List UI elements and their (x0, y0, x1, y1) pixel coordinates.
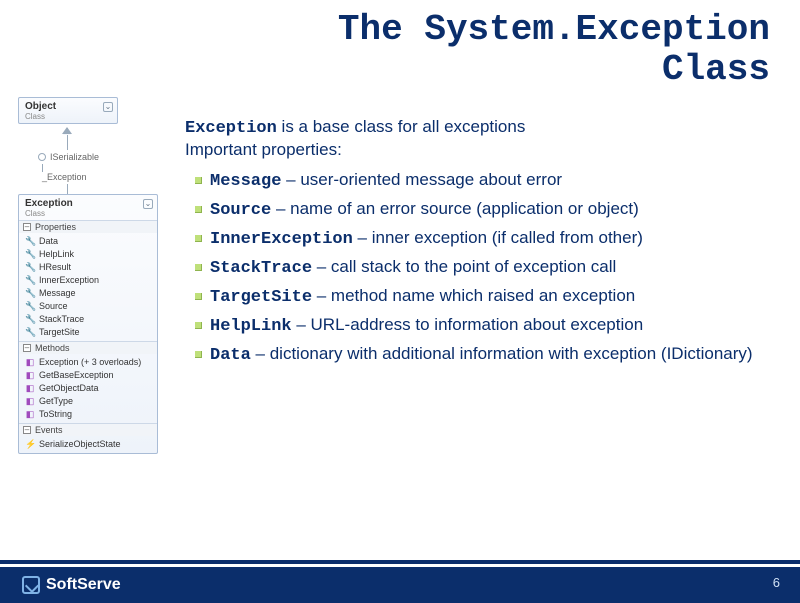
property-item: 🔧Source (19, 300, 157, 313)
wrench-icon: 🔧 (25, 248, 35, 261)
cube-icon: ◧ (25, 382, 35, 395)
property-item: 🔧TargetSite (19, 326, 157, 339)
method-item: ◧GetBaseException (19, 369, 157, 382)
cube-icon: ◧ (25, 408, 35, 421)
inheritance-connector (18, 128, 118, 150)
property-item: 🔧InnerException (19, 274, 157, 287)
title-line1: The System.Exception (338, 9, 770, 50)
wrench-icon: 🔧 (25, 300, 35, 313)
properties-label: Properties (35, 222, 76, 232)
methods-header[interactable]: – Methods (19, 341, 157, 354)
bullet-icon (195, 322, 202, 329)
lead-rest: is a base class for all exceptions (277, 117, 526, 136)
bullet-item: Message – user-oriented message about er… (195, 166, 780, 195)
page-number: 6 (773, 575, 780, 590)
events-label: Events (35, 425, 63, 435)
events-list: ⚡SerializeObjectState (19, 436, 157, 453)
bullet-item: Source – name of an error source (applic… (195, 195, 780, 224)
hidden-name: _Exception (42, 172, 87, 182)
slide-title: The System.Exception Class (0, 0, 800, 89)
wrench-icon: 🔧 (25, 235, 35, 248)
events-header[interactable]: – Events (19, 423, 157, 436)
cube-icon: ◧ (25, 395, 35, 408)
cube-icon: ◧ (25, 369, 35, 382)
property-item: 🔧Data (19, 235, 157, 248)
method-item: ◧GetObjectData (19, 382, 157, 395)
property-item: 🔧HResult (19, 261, 157, 274)
method-item: ◧Exception (+ 3 overloads) (19, 356, 157, 369)
object-class-box: Object Class ⌄ (18, 97, 118, 124)
lead-sentence: Exception is a base class for all except… (185, 117, 780, 138)
wrench-icon: 🔧 (25, 287, 35, 300)
properties-header[interactable]: – Properties (19, 220, 157, 233)
collapse-icon[interactable]: – (23, 223, 31, 231)
brand: SoftServe (22, 576, 121, 594)
method-item: ◧GetType (19, 395, 157, 408)
collapse-icon[interactable]: – (23, 426, 31, 434)
brand-logo-icon (22, 576, 40, 594)
brand-name: SoftServe (46, 576, 121, 594)
method-item: ◧ToString (19, 408, 157, 421)
expand-icon[interactable]: ⌄ (143, 199, 153, 209)
wrench-icon: 🔧 (25, 274, 35, 287)
bullet-item: StackTrace – call stack to the point of … (195, 253, 780, 282)
slide-footer: SoftServe 6 (0, 560, 800, 600)
lead-bold: Exception (185, 119, 277, 138)
lightning-icon: ⚡ (25, 438, 35, 451)
mini-connector (18, 184, 118, 194)
sub-heading: Important properties: (185, 140, 780, 160)
methods-label: Methods (35, 343, 70, 353)
bullet-icon (195, 235, 202, 242)
interface-name: ISerializable (50, 152, 99, 162)
collapse-icon[interactable]: – (23, 344, 31, 352)
property-item: 🔧StackTrace (19, 313, 157, 326)
exception-kind: Class (25, 209, 151, 218)
bullet-item: InnerException – inner exception (if cal… (195, 224, 780, 253)
bullet-icon (195, 293, 202, 300)
bullet-icon (195, 206, 202, 213)
bullet-icon (195, 351, 202, 358)
expand-icon[interactable]: ⌄ (103, 102, 113, 112)
property-item: 🔧HelpLink (19, 248, 157, 261)
bullet-item: TargetSite – method name which raised an… (195, 282, 780, 311)
bullet-item: HelpLink – URL-address to information ab… (195, 311, 780, 340)
class-diagram: Object Class ⌄ ISerializable _Exception … (0, 97, 175, 458)
bullet-icon (195, 264, 202, 271)
interface-lollipop: ISerializable (18, 150, 118, 164)
property-item: 🔧Message (19, 287, 157, 300)
bullet-item: Data – dictionary with additional inform… (195, 340, 780, 369)
object-name: Object (25, 101, 111, 112)
content-text: Exception is a base class for all except… (175, 97, 800, 458)
property-bullets: Message – user-oriented message about er… (185, 166, 780, 369)
lollipop-icon (38, 153, 46, 161)
wrench-icon: 🔧 (25, 326, 35, 339)
event-item: ⚡SerializeObjectState (19, 438, 157, 451)
exception-name: Exception (25, 198, 151, 209)
wrench-icon: 🔧 (25, 313, 35, 326)
hidden-interface: _Exception (18, 170, 118, 184)
wrench-icon: 🔧 (25, 261, 35, 274)
bullet-icon (195, 177, 202, 184)
cube-icon: ◧ (25, 356, 35, 369)
methods-list: ◧Exception (+ 3 overloads) ◧GetBaseExcep… (19, 354, 157, 423)
object-kind: Class (25, 112, 111, 121)
properties-list: 🔧Data 🔧HelpLink 🔧HResult 🔧InnerException… (19, 233, 157, 341)
title-line2: Class (0, 50, 770, 90)
exception-class-box: Exception Class ⌄ – Properties 🔧Data 🔧He… (18, 194, 158, 454)
